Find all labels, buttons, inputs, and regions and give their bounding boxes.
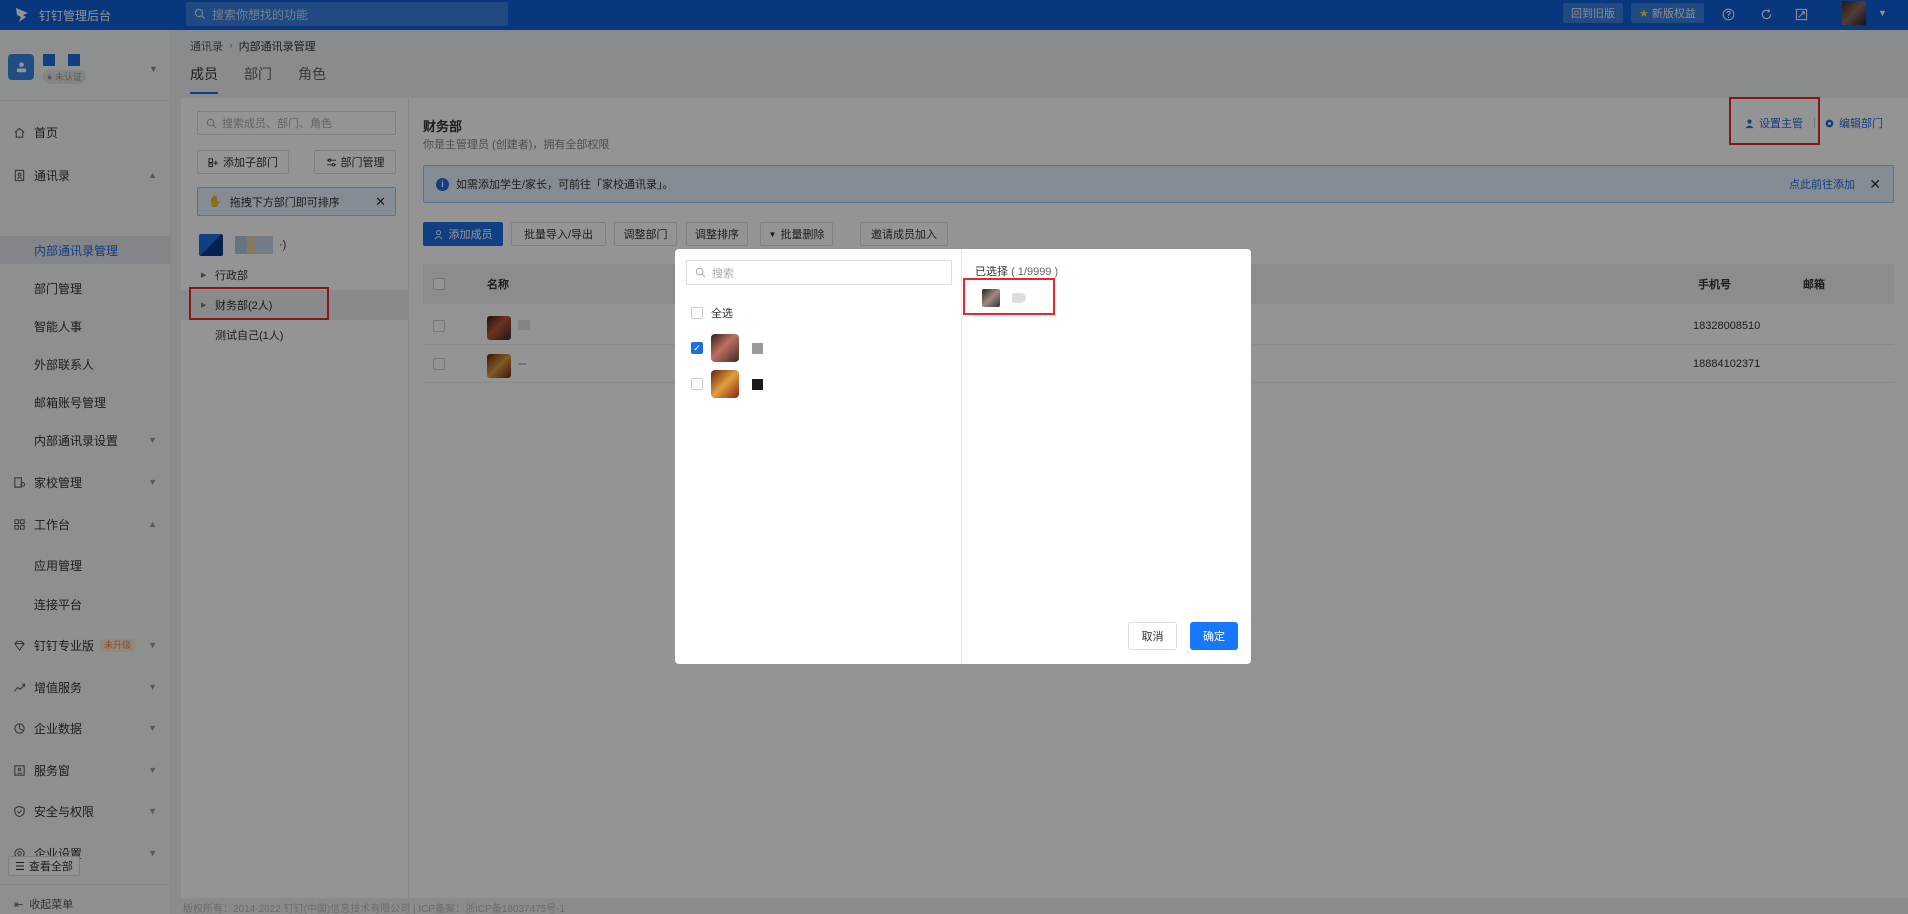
member-search-input[interactable]: 搜索 — [686, 260, 952, 285]
member-list-pane: 搜索 全选 ✓ — [675, 249, 962, 664]
select-all-checkbox[interactable] — [691, 307, 703, 319]
avatar — [711, 370, 739, 398]
select-all-row[interactable]: 全选 — [691, 297, 733, 329]
selected-label: 已选择 — [975, 266, 1008, 278]
confirm-button[interactable]: 确定 — [1190, 622, 1238, 650]
member-name-redacted — [752, 378, 763, 390]
cancel-button[interactable]: 取消 — [1128, 622, 1177, 650]
list-item[interactable]: ✓ — [691, 332, 763, 364]
member-search-placeholder: 搜索 — [712, 267, 734, 280]
annotation-box — [963, 278, 1055, 315]
member-checkbox-checked[interactable]: ✓ — [691, 342, 703, 354]
list-item[interactable] — [691, 368, 763, 400]
search-icon — [695, 267, 706, 278]
selected-title: 已选择 ( 1/9999 ) — [975, 263, 1058, 279]
avatar — [711, 334, 739, 362]
select-all-label: 全选 — [711, 308, 733, 320]
member-checkbox[interactable] — [691, 378, 703, 390]
selected-count: ( 1/9999 ) — [1011, 266, 1059, 278]
member-name-redacted — [752, 342, 763, 354]
